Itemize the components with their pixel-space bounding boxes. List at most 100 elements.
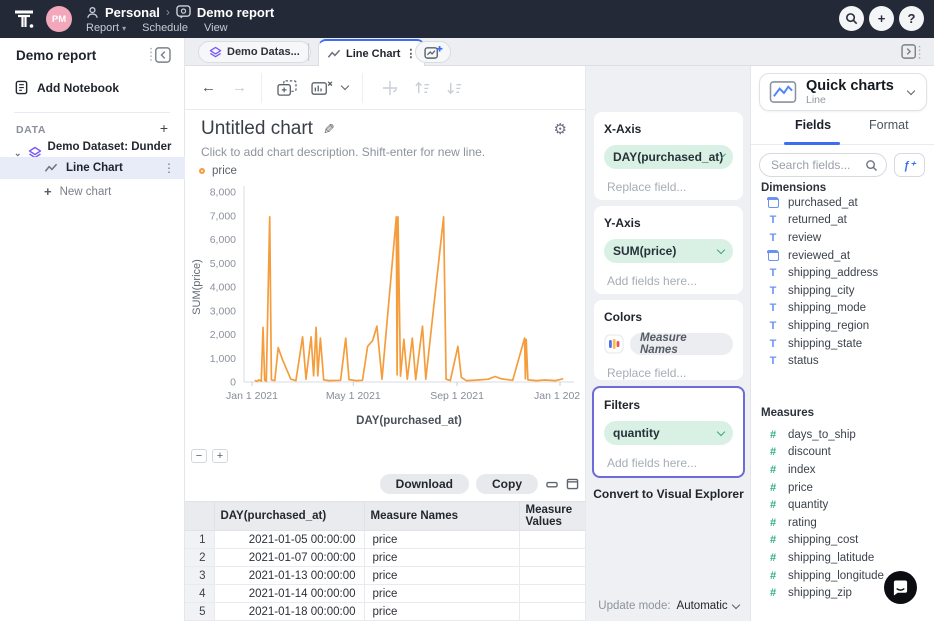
plus-icon: + (878, 11, 886, 26)
navbar-menus: Report ▾ Schedule View (86, 22, 228, 34)
chart-title[interactable]: Untitled chart (201, 118, 313, 140)
column-header[interactable]: Measure Values (519, 502, 585, 531)
kebab-icon[interactable]: ⋮ (163, 161, 175, 175)
add-formula-button[interactable]: ƒ⁺ (894, 153, 925, 177)
tab-fields[interactable]: Fields (795, 118, 831, 132)
edit-title-icon[interactable]: ✎ (323, 121, 335, 138)
colors-field-pill[interactable]: Measure Names (630, 333, 733, 355)
help-button[interactable]: ? (899, 6, 924, 31)
app-logo-icon[interactable] (12, 7, 36, 31)
chart-settings-icon[interactable]: ⚙ (554, 120, 567, 138)
table-cell: price (364, 531, 519, 549)
collapse-table-icon[interactable] (545, 478, 559, 490)
add-notebook-button[interactable]: Add Notebook (14, 80, 119, 95)
redo-button[interactable]: → (232, 79, 247, 96)
table-row[interactable]: 42021-01-14 00:00:00price (185, 585, 585, 603)
menu-report[interactable]: Report ▾ (86, 22, 126, 34)
quick-charts-title: Quick charts (806, 79, 908, 94)
search-button[interactable] (839, 6, 864, 31)
dimension-field-item[interactable]: Treturned_at (761, 212, 927, 230)
menu-view[interactable]: View (204, 22, 228, 34)
measure-field-item[interactable]: #discount (761, 444, 927, 462)
dimension-field-item[interactable]: Tshipping_mode (761, 300, 927, 318)
table-row[interactable]: 22021-01-07 00:00:00price (185, 549, 585, 567)
dimension-field-item[interactable]: Tshipping_state (761, 335, 927, 353)
x-axis-replace-placeholder[interactable]: Replace field... (604, 180, 733, 194)
sort-ascending-icon[interactable] (413, 80, 431, 96)
dimension-field-item[interactable]: Tstatus (761, 352, 927, 370)
y-axis-add-placeholder[interactable]: Add fields here... (604, 274, 733, 288)
add-chart-tab-button[interactable] (415, 41, 451, 63)
fields-panel: Quick charts Line Fields Format ƒ⁺ Dimen… (750, 66, 934, 621)
dimension-field-item[interactable]: purchased_at (761, 194, 927, 212)
measure-field-item[interactable]: #rating (761, 514, 927, 532)
sidebar-item-line-chart[interactable]: Line Chart ⋮ (0, 157, 185, 179)
measure-field-item[interactable]: #shipping_latitude (761, 549, 927, 567)
table-row[interactable]: 32021-01-13 00:00:00price (185, 567, 585, 585)
breadcrumb-workspace[interactable]: Personal (105, 5, 160, 20)
column-header[interactable]: DAY(purchased_at) (214, 502, 364, 531)
sidebar-item-new-chart[interactable]: + New chart (44, 184, 111, 199)
table-row[interactable]: 52021-01-18 00:00:00price (185, 603, 585, 621)
panel-expand-icon[interactable] (901, 43, 922, 60)
filters-card-highlighted: Filters quantity Add fields here... (592, 386, 745, 478)
measure-field-item[interactable]: #price (761, 479, 927, 497)
tab-demo-dataset[interactable]: Demo Datas... (198, 41, 311, 63)
expand-table-icon[interactable] (566, 478, 579, 490)
chat-help-button[interactable] (884, 571, 917, 604)
dimension-field-item[interactable]: Treview (761, 229, 927, 247)
remove-chart-icon[interactable] (310, 79, 334, 97)
x-axis-field-pill[interactable]: DAY(purchased_at) (604, 145, 733, 169)
quick-charts-line-icon (769, 80, 797, 104)
add-data-button[interactable]: + (160, 120, 168, 136)
sort-descending-icon[interactable] (445, 80, 463, 96)
dimension-field-item[interactable]: Tshipping_address (761, 264, 927, 282)
download-button[interactable]: Download (380, 474, 469, 494)
table-cell: 2021-01-07 00:00:00 (214, 549, 364, 567)
x-axis-card: X-Axis DAY(purchased_at) Replace field..… (594, 112, 743, 200)
dimension-field-item[interactable]: reviewed_at (761, 247, 927, 265)
tab-line-chart[interactable]: Line Chart ⋮ (318, 39, 425, 66)
table-cell: 1 (185, 531, 214, 549)
row-number-header (185, 502, 214, 531)
chevron-down-icon[interactable] (341, 82, 349, 90)
tab-format[interactable]: Format (869, 118, 909, 132)
chart-description-placeholder[interactable]: Click to add chart description. Shift-en… (201, 145, 485, 159)
dimension-field-item[interactable]: Tshipping_city (761, 282, 927, 300)
breadcrumb-report-title[interactable]: Demo report (197, 5, 274, 20)
measure-field-item[interactable]: #days_to_ship (761, 426, 927, 444)
report-sidebar-title: Demo report (16, 48, 96, 63)
measure-field-item[interactable]: #quantity (761, 496, 927, 514)
search-fields-input[interactable] (771, 154, 866, 176)
sidebar-collapse-icon[interactable] (149, 46, 172, 64)
dimension-field-item[interactable]: Tshipping_region (761, 317, 927, 335)
y-axis-field-pill[interactable]: SUM(price) (604, 239, 733, 263)
measure-field-item[interactable]: #shipping_cost (761, 532, 927, 550)
update-mode-select[interactable]: Automatic (677, 600, 739, 612)
line-chart-plot[interactable]: 01,0002,0003,0004,0005,0006,0007,0008,00… (188, 176, 580, 436)
search-fields-box[interactable] (759, 153, 887, 177)
zoom-out-button[interactable]: − (191, 449, 207, 463)
table-row[interactable]: 12021-01-05 00:00:00price (185, 531, 585, 549)
dimensions-list: purchased_atTreturned_atTreviewreviewed_… (761, 194, 927, 398)
copy-button[interactable]: Copy (476, 474, 538, 494)
zoom-in-button[interactable]: + (212, 449, 228, 463)
filters-add-placeholder[interactable]: Add fields here... (604, 456, 733, 470)
add-button[interactable]: + (869, 6, 894, 31)
measure-field-item[interactable]: #index (761, 461, 927, 479)
app-root: PM Personal › Demo report Report ▾ Sched… (0, 0, 934, 621)
series-line-price[interactable] (255, 217, 562, 382)
move-fields-icon[interactable] (381, 79, 399, 97)
results-table[interactable]: DAY(purchased_at) Measure Names Measure … (185, 501, 585, 621)
text-type-icon: T (767, 214, 779, 226)
column-header[interactable]: Measure Names (364, 502, 519, 531)
colors-replace-placeholder[interactable]: Replace field... (604, 366, 733, 380)
avatar[interactable]: PM (46, 6, 72, 32)
filters-field-pill[interactable]: quantity (604, 421, 733, 445)
x-tick-label: Sep 1 2021 (430, 390, 484, 402)
menu-schedule[interactable]: Schedule (142, 22, 188, 34)
convert-to-visual-explorer-button[interactable]: Convert to Visual Explorer (586, 487, 751, 501)
quick-charts-selector[interactable]: Quick charts Line (759, 73, 927, 111)
add-to-notebook-icon[interactable] (276, 79, 298, 97)
undo-button[interactable]: ← (201, 79, 216, 96)
